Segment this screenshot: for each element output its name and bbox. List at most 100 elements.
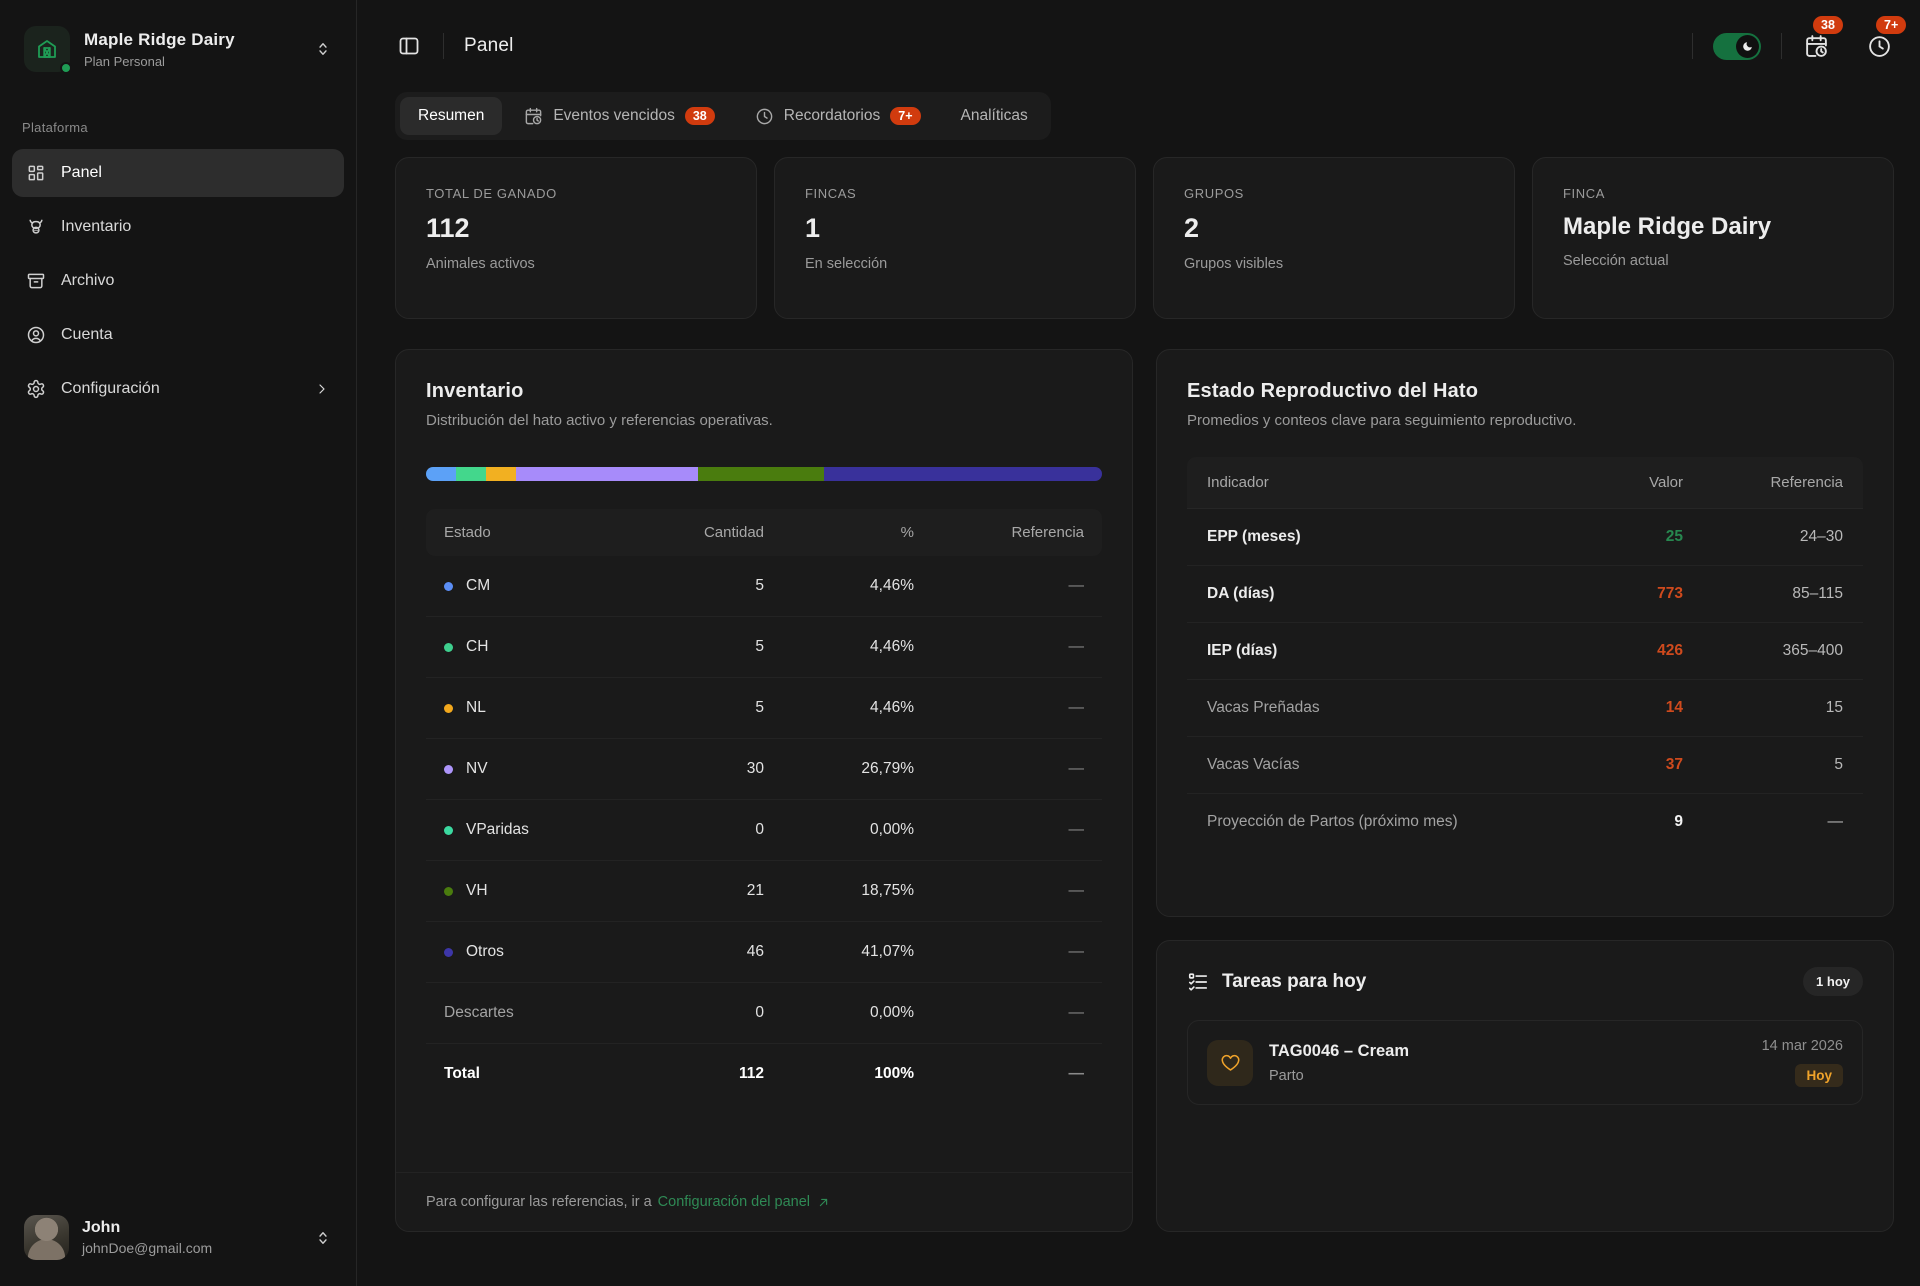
sidebar-item-inventario[interactable]: Inventario <box>12 203 344 251</box>
repro-title: Estado Reproductivo del Hato <box>1187 380 1863 403</box>
task-subtitle: Parto <box>1269 1068 1746 1084</box>
user-name: John <box>82 1219 301 1237</box>
dark-mode-toggle[interactable] <box>1713 33 1761 60</box>
reminders-count-badge: 7+ <box>1876 16 1906 35</box>
toggle-knob <box>1736 35 1759 58</box>
row-qty: 5 <box>654 577 764 595</box>
sidebar-nav: Panel Inventario Archivo Cuen <box>0 149 356 413</box>
chevrons-up-down-icon <box>314 1229 332 1247</box>
stat-label: TOTAL DE GANADO <box>426 186 726 201</box>
row-pct: 26,79% <box>764 760 914 778</box>
archive-icon <box>26 271 46 291</box>
repro-row-da: DA (días) 773 85–115 <box>1187 566 1863 623</box>
chevron-right-icon <box>314 381 330 397</box>
row-ref: 365–400 <box>1683 642 1843 660</box>
row-value: 25 <box>1563 528 1683 546</box>
repro-table: Indicador Valor Referencia EPP (meses) 2… <box>1187 457 1863 850</box>
tab-label: Recordatorios <box>784 107 881 125</box>
repro-table-header: Indicador Valor Referencia <box>1187 457 1863 509</box>
sidebar-item-cuenta[interactable]: Cuenta <box>12 311 344 359</box>
inventory-row-vparidas: VParidas 0 0,00% — <box>426 800 1102 861</box>
org-logo <box>24 26 70 72</box>
tasks-title: Tareas para hoy <box>1222 971 1790 993</box>
inventory-row-ch: CH 5 4,46% — <box>426 617 1102 678</box>
reminders-button[interactable]: 7+ <box>1865 32 1894 61</box>
tab-recordatorios[interactable]: Recordatorios 7+ <box>737 97 939 135</box>
row-qty: 0 <box>654 821 764 839</box>
stat-value: 1 <box>805 213 1105 244</box>
stat-sub: Animales activos <box>426 256 726 272</box>
sidebar-toggle-button[interactable] <box>395 32 423 60</box>
panel-left-icon <box>397 34 421 58</box>
row-label: Proyección de Partos (próximo mes) <box>1207 813 1563 831</box>
row-pct: 41,07% <box>764 943 914 961</box>
row-label: Otros <box>466 943 504 961</box>
row-qty: 21 <box>654 882 764 900</box>
inventory-row-nl: NL 5 4,46% — <box>426 678 1102 739</box>
repro-row-epp: EPP (meses) 25 24–30 <box>1187 509 1863 566</box>
bar-segment-CH <box>456 467 486 481</box>
stat-card-total-ganado: TOTAL DE GANADO 112 Animales activos <box>395 157 757 319</box>
tab-label: Analíticas <box>961 107 1028 125</box>
row-ref: 24–30 <box>1683 528 1843 546</box>
row-ref: — <box>914 577 1084 595</box>
org-name: Maple Ridge Dairy <box>84 30 300 50</box>
row-ref: 5 <box>1683 756 1843 774</box>
col-pct: % <box>764 524 914 541</box>
org-switcher[interactable]: Maple Ridge Dairy Plan Personal <box>14 18 342 80</box>
online-status-dot <box>60 62 72 74</box>
row-label: Vacas Preñadas <box>1207 699 1563 717</box>
row-label: Vacas Vacías <box>1207 756 1563 774</box>
link-label: Configuración del panel <box>658 1194 810 1210</box>
tab-badge: 7+ <box>890 107 920 126</box>
overdue-events-button[interactable]: 38 <box>1802 32 1831 61</box>
row-value: 9 <box>1563 813 1683 831</box>
repro-row-iep: IEP (días) 426 365–400 <box>1187 623 1863 680</box>
row-label: CM <box>466 577 490 595</box>
row-ref: — <box>914 821 1084 839</box>
inventory-row-vh: VH 21 18,75% — <box>426 861 1102 922</box>
sidebar-item-archivo[interactable]: Archivo <box>12 257 344 305</box>
row-qty: 46 <box>654 943 764 961</box>
user-circle-icon <box>26 325 46 345</box>
row-pct: 0,00% <box>764 1004 914 1022</box>
tab-label: Resumen <box>418 107 484 125</box>
task-date: 14 mar 2026 <box>1762 1038 1843 1054</box>
tab-eventos-vencidos[interactable]: Eventos vencidos 38 <box>506 97 732 135</box>
repro-row-proyeccion: Proyección de Partos (próximo mes) 9 — <box>1187 794 1863 850</box>
stat-label: GRUPOS <box>1184 186 1484 201</box>
divider <box>443 33 444 59</box>
task-icon-tile <box>1207 1040 1253 1086</box>
row-value: 14 <box>1563 699 1683 717</box>
stat-cards: TOTAL DE GANADO 112 Animales activos FIN… <box>395 157 1894 319</box>
heart-icon <box>1220 1052 1241 1073</box>
row-pct: 4,46% <box>764 699 914 717</box>
sidebar-item-configuracion[interactable]: Configuración <box>12 365 344 413</box>
col-valor: Valor <box>1563 474 1683 491</box>
row-label: IEP (días) <box>1207 642 1563 660</box>
row-label: NV <box>466 760 488 778</box>
tasks-count-badge: 1 hoy <box>1803 967 1863 996</box>
stat-label: FINCAS <box>805 186 1105 201</box>
task-item[interactable]: TAG0046 – Cream Parto 14 mar 2026 Hoy <box>1187 1020 1863 1105</box>
panel-config-link[interactable]: Configuración del panel <box>658 1194 831 1210</box>
row-value: 37 <box>1563 756 1683 774</box>
calendar-clock-icon <box>1804 34 1829 59</box>
page-title: Panel <box>464 35 514 57</box>
footer-text: Para configurar las referencias, ir a <box>426 1194 652 1210</box>
bar-segment-NL <box>486 467 516 481</box>
sidebar-item-panel[interactable]: Panel <box>12 149 344 197</box>
row-label: Descartes <box>444 1004 514 1022</box>
tab-analiticas[interactable]: Analíticas <box>943 97 1046 135</box>
stat-label: FINCA <box>1563 186 1863 201</box>
sidebar-item-label: Configuración <box>61 380 160 398</box>
avatar <box>24 1215 69 1260</box>
tab-resumen[interactable]: Resumen <box>400 97 502 135</box>
sidebar: Maple Ridge Dairy Plan Personal Platafor… <box>0 0 357 1286</box>
status-dot <box>444 582 453 591</box>
status-dot <box>444 765 453 774</box>
user-menu[interactable]: John johnDoe@gmail.com <box>14 1207 342 1268</box>
row-label: DA (días) <box>1207 585 1563 603</box>
sidebar-item-label: Inventario <box>61 218 131 236</box>
dashboard-tabs: Resumen Eventos vencidos 38 Recordatorio… <box>395 92 1051 140</box>
